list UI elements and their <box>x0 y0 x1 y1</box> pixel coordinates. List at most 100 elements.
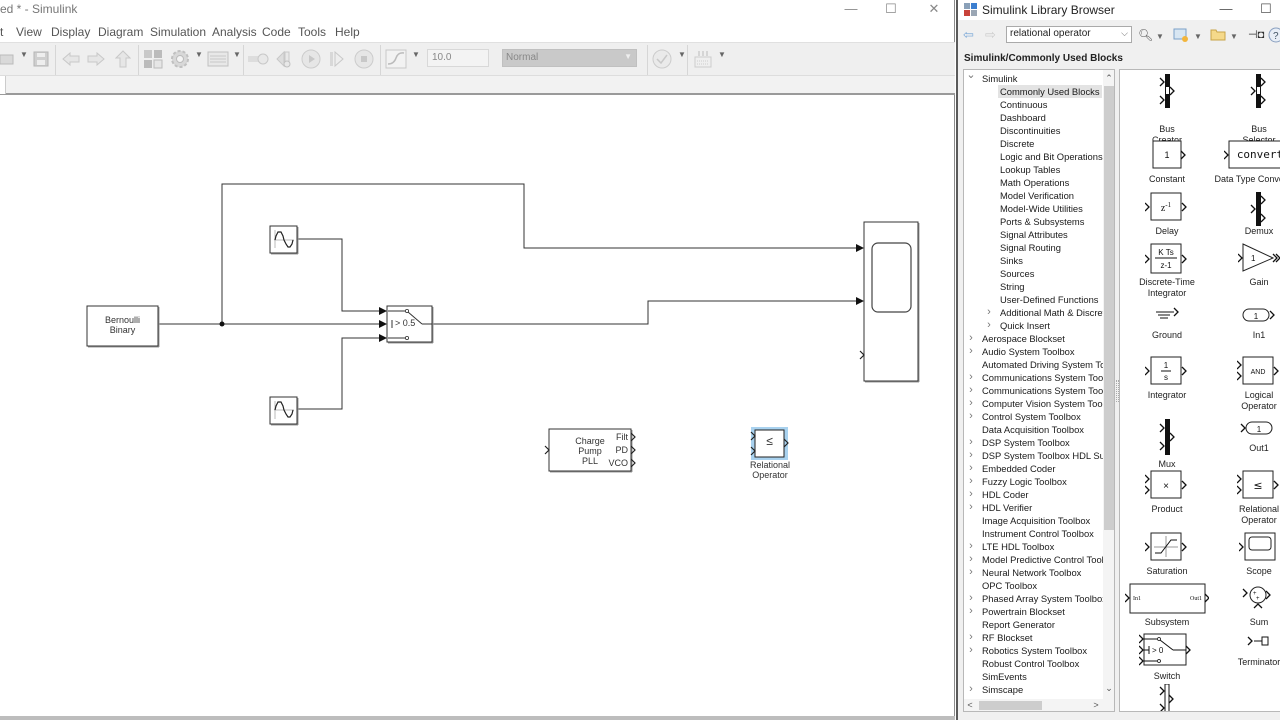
menu-help[interactable]: Help <box>335 25 360 39</box>
check-dropdown-icon[interactable]: ▼ <box>678 50 686 59</box>
search-icon[interactable]: 🔍︎ <box>1138 27 1153 43</box>
expand-chevron-icon[interactable]: › <box>966 449 976 462</box>
expand-chevron-icon[interactable]: › <box>966 410 976 423</box>
scroll-right-icon[interactable]: > <box>1090 699 1102 711</box>
tree-item-simevents[interactable]: SimEvents <box>980 670 1029 683</box>
menu-code[interactable]: Code <box>262 25 291 39</box>
new-model-dropdown-icon[interactable]: ▼ <box>1194 32 1202 41</box>
open-dropdown-icon[interactable]: ▼ <box>20 50 28 59</box>
tree-item-neural-network-toolbox[interactable]: Neural Network Toolbox <box>980 566 1083 579</box>
tree-item-model-verification[interactable]: Model Verification <box>998 189 1076 202</box>
tree-item-discrete[interactable]: Discrete <box>998 137 1036 150</box>
search-dropdown-icon[interactable]: ▼ <box>1156 32 1164 41</box>
expand-chevron-icon[interactable]: › <box>966 644 976 657</box>
scroll-down-icon[interactable]: ⌄ <box>1103 682 1114 694</box>
expand-chevron-icon[interactable]: › <box>966 631 976 644</box>
menu-simulation[interactable]: Simulation <box>150 25 206 39</box>
tree-item-control-system-toolbox[interactable]: Control System Toolbox <box>980 410 1083 423</box>
tree-item-communications-system-toolbox-hdl-support[interactable]: Communications System Toolbox HDL Suppor… <box>980 384 1114 397</box>
collapse-chevron-icon[interactable]: ⌄ <box>966 70 976 82</box>
back-arrow-icon[interactable]: ⇦ <box>963 27 974 43</box>
diagram-canvas[interactable]: Bernoulli Binary > 0.5 Charge Pump PLL F… <box>0 97 953 717</box>
tree-item-hdl-coder[interactable]: HDL Coder <box>980 488 1031 501</box>
tree-item-ports-subsystems[interactable]: Ports & Subsystems <box>998 215 1086 228</box>
scroll-up-icon[interactable]: ⌃ <box>1103 72 1114 84</box>
tree-item-rf-blockset[interactable]: RF Blockset <box>980 631 1035 644</box>
tree-item-sources[interactable]: Sources <box>998 267 1036 280</box>
expand-chevron-icon[interactable]: › <box>966 475 976 488</box>
tree-horizontal-scrollbar[interactable]: < > <box>964 699 1114 711</box>
new-model-icon[interactable] <box>1173 28 1189 46</box>
expand-chevron-icon[interactable]: › <box>966 683 976 696</box>
help-icon[interactable]: ? <box>1268 27 1280 47</box>
check-model-icon[interactable] <box>652 49 672 69</box>
signal-line-branch-to-scope[interactable] <box>221 183 864 324</box>
scope-block[interactable] <box>859 221 920 383</box>
tree-item-model-predictive-control-toolbox[interactable]: Model Predictive Control Toolbox <box>980 553 1114 566</box>
library-search-input[interactable]: relational operator ⌵ <box>1006 26 1132 43</box>
tree-item-simulink[interactable]: Simulink <box>980 72 1019 85</box>
tree-item-phased-array-system-toolbox[interactable]: Phased Array System Toolbox <box>980 592 1109 605</box>
signal-line-sine2-to-switch[interactable] <box>298 334 387 410</box>
scroll-left-icon[interactable]: < <box>964 699 976 711</box>
step-forward-icon[interactable] <box>328 50 346 68</box>
tree-item-embedded-coder[interactable]: Embedded Coder <box>980 462 1058 475</box>
expand-chevron-icon[interactable]: › <box>966 592 976 605</box>
expand-chevron-icon[interactable]: › <box>966 436 976 449</box>
menu-view[interactable]: View <box>16 25 42 39</box>
tree-item-image-acquisition-toolbox[interactable]: Image Acquisition Toolbox <box>980 514 1092 527</box>
stop-icon[interactable] <box>354 49 374 69</box>
settings-icon[interactable] <box>170 50 190 68</box>
tree-item-additional-math-discrete[interactable]: Additional Math & Discrete <box>998 306 1112 319</box>
expand-chevron-icon[interactable]: › <box>966 501 976 514</box>
tree-vertical-scroll-thumb[interactable] <box>1104 86 1114 530</box>
tree-item-data-acquisition-toolbox[interactable]: Data Acquisition Toolbox <box>980 423 1086 436</box>
expand-chevron-icon[interactable]: › <box>966 462 976 475</box>
run-icon[interactable] <box>301 49 321 69</box>
tree-item-string[interactable]: String <box>998 280 1027 293</box>
tree-item-discontinuities[interactable]: Discontinuities <box>998 124 1062 137</box>
tree-item-dsp-system-toolbox[interactable]: DSP System Toolbox <box>980 436 1072 449</box>
tree-item-lookup-tables[interactable]: Lookup Tables <box>998 163 1062 176</box>
tree-item-instrument-control-toolbox[interactable]: Instrument Control Toolbox <box>980 527 1096 540</box>
open-icon[interactable] <box>0 50 14 68</box>
up-icon[interactable] <box>115 50 131 68</box>
expand-chevron-icon[interactable]: › <box>966 397 976 410</box>
maximize-button[interactable]: ☐ <box>881 1 901 17</box>
tree-item-aerospace-blockset[interactable]: Aerospace Blockset <box>980 332 1067 345</box>
tree-item-robotics-system-toolbox[interactable]: Robotics System Toolbox <box>980 644 1089 657</box>
model-tab[interactable] <box>0 76 6 94</box>
tree-item-report-generator[interactable]: Report Generator <box>980 618 1057 631</box>
tree-item-model-wide-utilities[interactable]: Model-Wide Utilities <box>998 202 1085 215</box>
model-explorer-icon[interactable] <box>207 50 229 68</box>
tree-item-computer-vision-system-toolbox[interactable]: Computer Vision System Toolbox <box>980 397 1114 410</box>
tree-item-logic-and-bit-operations[interactable]: Logic and Bit Operations <box>998 150 1105 163</box>
model-explorer-dropdown-icon[interactable]: ▼ <box>233 50 241 59</box>
tree-item-powertrain-blockset[interactable]: Powertrain Blockset <box>980 605 1067 618</box>
library-minimize-button[interactable]: — <box>1216 1 1236 17</box>
settings-dropdown-icon[interactable]: ▼ <box>195 50 203 59</box>
build-dropdown-icon[interactable]: ▼ <box>718 50 726 59</box>
expand-chevron-icon[interactable]: › <box>966 553 976 566</box>
back-icon[interactable] <box>62 50 80 68</box>
tree-item-opc-toolbox[interactable]: OPC Toolbox <box>980 579 1039 592</box>
open-dropdown-icon[interactable]: ▼ <box>1230 32 1238 41</box>
tree-item-math-operations[interactable]: Math Operations <box>998 176 1071 189</box>
sine-wave-block-1[interactable] <box>269 225 299 255</box>
forward-icon[interactable] <box>87 50 105 68</box>
menu-diagram[interactable]: Diagram <box>98 25 143 39</box>
menu-display[interactable]: Display <box>51 25 90 39</box>
pin-icon[interactable]: ⊣◘ <box>1248 27 1264 43</box>
library-tree[interactable]: ⌄ Simulink Commonly Used Blocks Continuous D… <box>963 69 1115 712</box>
tree-item-fuzzy-logic-toolbox[interactable]: Fuzzy Logic Toolbox <box>980 475 1069 488</box>
expand-chevron-icon[interactable]: › <box>966 371 976 384</box>
signal-line-switch-to-scope[interactable] <box>432 297 864 325</box>
library-browser-icon[interactable] <box>143 50 163 69</box>
step-back-config-icon[interactable] <box>247 50 269 68</box>
open-folder-icon[interactable] <box>1210 28 1226 45</box>
menu-edit[interactable]: t <box>0 25 3 39</box>
save-icon[interactable] <box>32 50 50 68</box>
scope-data-inspector-icon[interactable] <box>385 49 407 69</box>
expand-chevron-icon[interactable]: › <box>966 605 976 618</box>
menu-tools[interactable]: Tools <box>298 25 326 39</box>
